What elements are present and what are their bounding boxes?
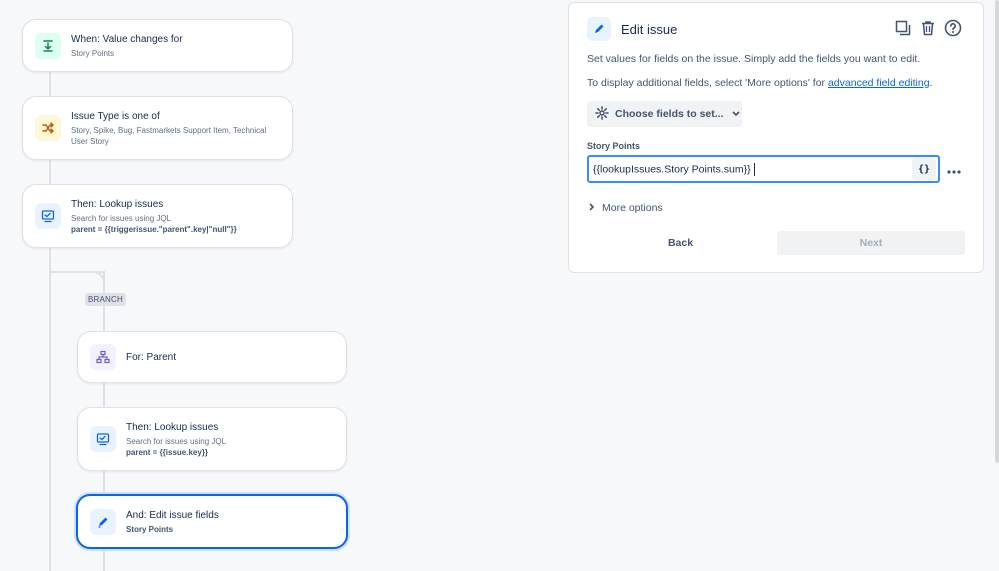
panel-actions [893,18,963,38]
for-parent-card[interactable]: For: Parent [77,331,347,383]
chevron-right-icon [589,202,595,214]
panel-description-2: To display additional fields, select 'Mo… [587,77,932,89]
more-options-label: More options [602,202,663,214]
panel-title: Edit issue [621,21,678,37]
condition-card[interactable]: Issue Type is one of Story, Spike, Bug, … [22,96,293,160]
scrollbar[interactable] [995,0,999,463]
lookup2-title: Then: Lookup issues [126,421,219,433]
branch-label: BRANCH [85,293,126,306]
edit-issue-fields-card[interactable]: And: Edit issue fields Story Points [76,494,348,549]
for-parent-title: For: Parent [126,351,177,363]
lookup-issues-card[interactable]: Then: Lookup issues Search for issues us… [22,184,293,248]
choose-fields-button[interactable]: Choose fields to set... [587,101,742,127]
story-points-value[interactable]: {{lookupIssues.Story Points.sum}} [593,162,912,176]
help-icon[interactable] [943,18,963,38]
lookup-icon [90,426,116,452]
more-options-toggle[interactable]: More options [589,202,663,214]
gear-icon [595,105,609,123]
pencil-icon [587,17,611,41]
lookup-icon [35,203,61,229]
chevron-down-icon [731,108,740,120]
value-change-icon [35,32,61,59]
advanced-field-editing-link[interactable]: advanced field editing [828,77,930,89]
next-button[interactable]: Next [777,231,965,255]
story-points-label: Story Points [587,141,641,151]
condition-title: Issue Type is one of [71,110,160,122]
shuffle-icon [35,115,61,141]
edit-issue-panel: Edit issue Set values for fields on the … [568,2,984,273]
lookup-title: Then: Lookup issues [71,198,164,210]
edit-title: And: Edit issue fields [126,509,219,521]
story-points-input[interactable]: {{lookupIssues.Story Points.sum}} {} [587,155,940,183]
trigger-subtitle: Story Points [71,48,115,58]
trigger-card[interactable]: When: Value changes for Story Points [22,19,293,72]
panel-description: Set values for fields on the issue. Simp… [587,53,921,65]
duplicate-icon[interactable] [893,18,913,38]
hierarchy-icon [90,344,116,370]
more-actions-icon[interactable] [946,162,962,180]
smart-values-button[interactable]: {} [912,158,936,180]
desc2-prefix: To display additional fields, select 'Mo… [587,77,828,89]
trash-icon[interactable] [918,18,938,38]
trigger-title: When: Value changes for [71,33,183,45]
lookup-issues-card-2[interactable]: Then: Lookup issues Search for issues us… [77,407,347,471]
choose-fields-label: Choose fields to set... [615,108,724,120]
lookup-subtitle: Search for issues using JQL [71,213,172,223]
panel-header: Edit issue [587,17,677,41]
back-button[interactable]: Back [587,231,774,255]
condition-subtitle: Story, Spike, Bug, Fastmarkets Support I… [71,125,267,146]
lookup2-query: parent = {{issue.key}} [126,447,209,457]
edit-subtitle: Story Points [126,524,174,534]
pencil-icon [90,508,116,535]
desc2-suffix: . [929,77,933,89]
lookup-query: parent = {{triggerissue."parent".key|"nu… [71,224,237,234]
lookup2-subtitle: Search for issues using JQL [126,436,227,446]
branch-curve [85,271,105,287]
